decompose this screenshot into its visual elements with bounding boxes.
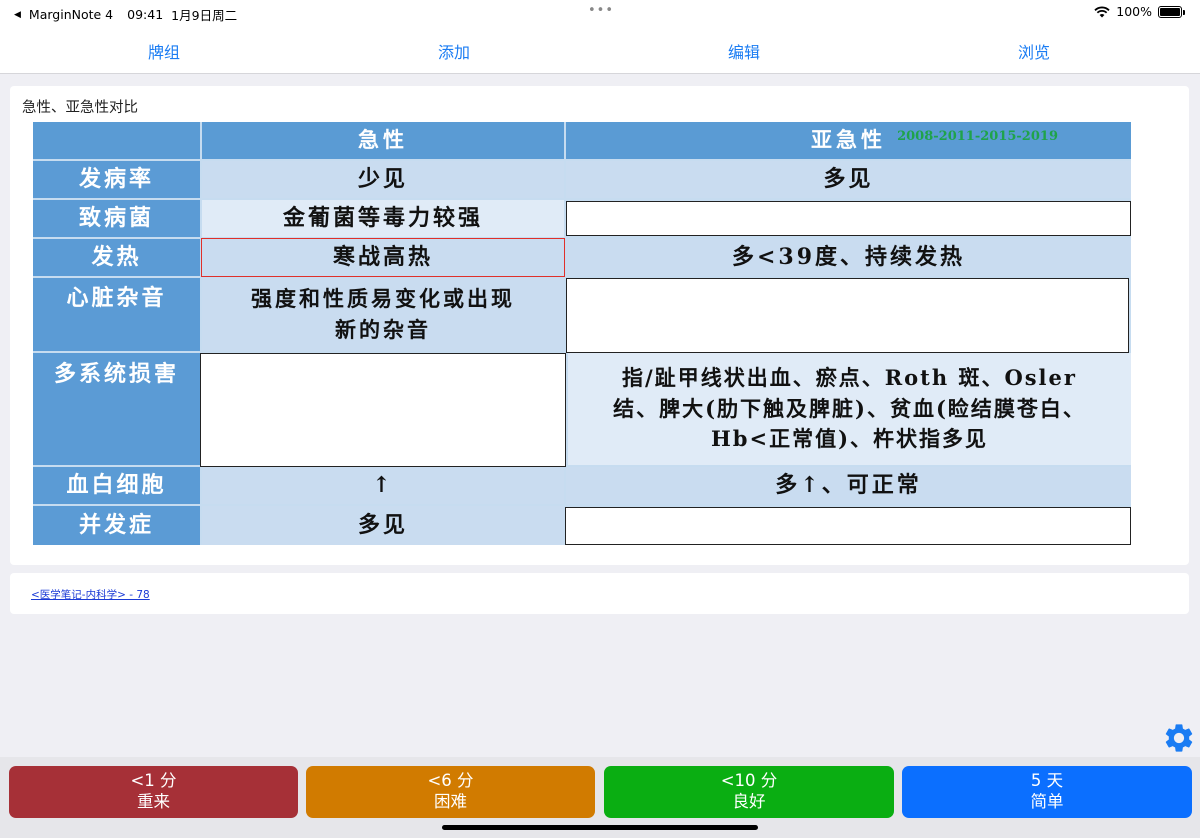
easy-label: 简单 bbox=[1030, 792, 1064, 811]
battery-percent: 100% bbox=[1116, 4, 1152, 19]
row-label-murmur: 心脏杂音 bbox=[33, 278, 200, 351]
hard-interval: <6 分 bbox=[427, 771, 474, 791]
comparison-table-image: 急性 亚急性 2008-2011-2015-2019 发病率 少见 多见 致病菌… bbox=[33, 122, 1131, 545]
cell-murmur-acute: 强度和性质易变化或出现 新的杂音 bbox=[202, 278, 564, 351]
cloze-mask-pathogen-subacute[interactable] bbox=[566, 201, 1131, 236]
good-button[interactable]: <10 分 良好 bbox=[604, 766, 894, 818]
add-button[interactable]: 添加 bbox=[438, 39, 470, 63]
easy-button[interactable]: 5 天 简单 bbox=[902, 766, 1192, 818]
flashcard: 急性、亚急性对比 急性 亚急性 2008-2011-2015-2019 发病率 … bbox=[10, 86, 1189, 565]
hard-button[interactable]: <6 分 困难 bbox=[306, 766, 595, 818]
back-app-label[interactable]: MarginNote 4 bbox=[29, 7, 113, 22]
cell-incidence-subacute: 多见 bbox=[566, 161, 1131, 198]
again-label: 重来 bbox=[137, 792, 170, 811]
wifi-icon bbox=[1094, 6, 1110, 17]
header-subacute-text: 亚急性 bbox=[811, 127, 886, 153]
cell-incidence-acute: 少见 bbox=[202, 161, 564, 198]
header-corner bbox=[33, 122, 200, 159]
row-label-pathogen: 致病菌 bbox=[33, 200, 200, 237]
status-right: 100% bbox=[1094, 4, 1185, 19]
easy-interval: 5 天 bbox=[1030, 771, 1064, 791]
cloze-mask-murmur-subacute[interactable] bbox=[566, 278, 1129, 353]
status-bar: ◀ MarginNote 4 09:41 1月9日周二 ••• 100% bbox=[0, 0, 1200, 24]
hard-label: 困难 bbox=[434, 792, 467, 811]
header-years: 2008-2011-2015-2019 bbox=[897, 129, 1058, 144]
status-left: ◀ MarginNote 4 09:41 1月9日周二 bbox=[14, 5, 237, 24]
card-title: 急性、亚急性对比 bbox=[22, 100, 138, 116]
cloze-mask-complications-subacute[interactable] bbox=[565, 507, 1131, 545]
murmur-acute-line1: 强度和性质易变化或出现 bbox=[251, 286, 515, 312]
murmur-acute-line2: 新的杂音 bbox=[335, 316, 431, 342]
cloze-mask-multisystem-acute[interactable] bbox=[200, 353, 566, 467]
row-label-wbc: 血白细胞 bbox=[33, 467, 200, 504]
browse-button[interactable]: 浏览 bbox=[1018, 39, 1050, 63]
multisystem-line2: 结、脾大(肋下触及脾脏)、贫血(睑结膜苍白、 bbox=[613, 395, 1086, 421]
cell-fever-subacute: 多<39度、持续发热 bbox=[566, 239, 1131, 276]
good-interval: <10 分 bbox=[720, 771, 778, 791]
deck-button[interactable]: 牌组 bbox=[148, 39, 180, 63]
multitask-dots-icon[interactable]: ••• bbox=[588, 3, 614, 18]
again-interval: <1 分 bbox=[130, 771, 177, 791]
gear-icon[interactable] bbox=[1162, 721, 1196, 755]
row-label-incidence: 发病率 bbox=[33, 161, 200, 198]
multisystem-line1: 指/趾甲线状出血、瘀点、Roth 斑、Osler bbox=[622, 365, 1077, 391]
cell-wbc-acute: ↑ bbox=[202, 467, 564, 504]
back-arrow-icon[interactable]: ◀ bbox=[14, 10, 21, 20]
cell-wbc-subacute: 多↑、可正常 bbox=[566, 467, 1131, 504]
top-toolbar: 牌组 添加 编辑 浏览 bbox=[0, 24, 1200, 74]
header-subacute: 亚急性 2008-2011-2015-2019 bbox=[566, 122, 1131, 159]
cell-fever-acute-highlighted[interactable]: 寒战高热 bbox=[201, 238, 565, 277]
status-date: 1月9日周二 bbox=[171, 8, 238, 23]
home-indicator[interactable] bbox=[442, 825, 758, 830]
row-label-complications: 并发症 bbox=[33, 506, 200, 545]
source-card: <医学笔记-内科学> - 78 bbox=[10, 573, 1189, 614]
good-label: 良好 bbox=[732, 792, 766, 811]
edit-button[interactable]: 编辑 bbox=[728, 39, 760, 63]
status-time: 09:41 bbox=[127, 7, 164, 22]
header-acute: 急性 bbox=[202, 122, 564, 159]
row-label-multisystem: 多系统损害 bbox=[33, 353, 200, 465]
row-label-fever: 发热 bbox=[33, 239, 200, 276]
cell-pathogen-acute: 金葡菌等毒力较强 bbox=[202, 200, 564, 237]
cell-complications-acute: 多见 bbox=[202, 506, 564, 545]
source-link[interactable]: <医学笔记-内科学> - 78 bbox=[31, 587, 150, 602]
again-button[interactable]: <1 分 重来 bbox=[9, 766, 298, 818]
cell-multisystem-subacute: 指/趾甲线状出血、瘀点、Roth 斑、Osler 结、脾大(肋下触及脾脏)、贫血… bbox=[568, 353, 1131, 465]
multisystem-line3: Hb<正常值)、杵状指多见 bbox=[710, 426, 989, 452]
battery-icon bbox=[1158, 5, 1185, 18]
